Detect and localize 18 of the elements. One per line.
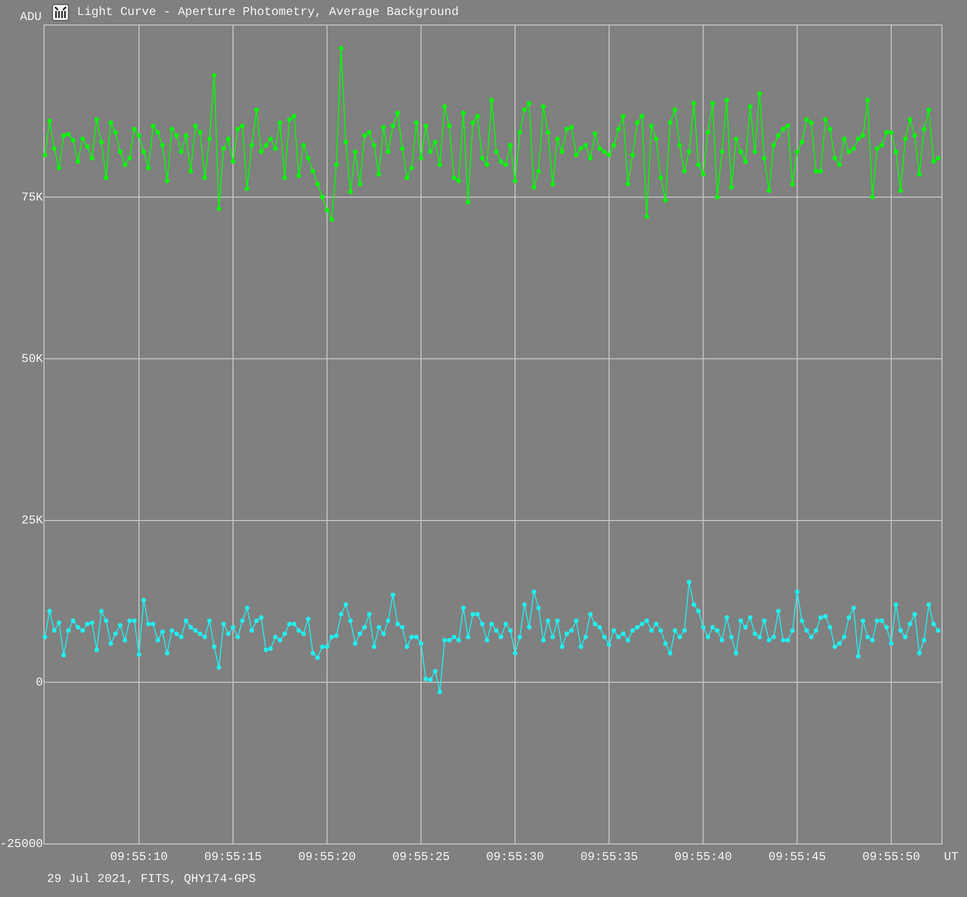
y-axis-label: 25K	[21, 514, 43, 528]
x-axis-label: 09:55:35	[580, 850, 638, 864]
x-axis-label: 09:55:40	[674, 850, 732, 864]
x-axis-label: 09:55:30	[486, 850, 544, 864]
y-axis-label: 50K	[21, 352, 43, 366]
y-axis-label: 0	[36, 675, 43, 690]
window-title: Light Curve - Aperture Photometry, Average Background	[77, 4, 459, 21]
x-axis-label: 09:55:25	[392, 850, 450, 864]
y-axis-label: 75K	[21, 190, 43, 204]
x-axis-label: 09:55:10	[110, 850, 168, 864]
y-axis-label: -25000	[0, 837, 43, 852]
x-axis-label: 09:55:50	[862, 850, 920, 864]
x-axis-title: UT	[944, 850, 958, 864]
footer-text: 29 Jul 2021, FITS, QHY174-GPS	[46, 871, 257, 888]
x-axis-label: 09:55:45	[768, 850, 826, 864]
y-axis-title: ADU	[20, 11, 43, 23]
x-axis-label: 09:55:20	[298, 850, 356, 864]
x-axis-label: 09:55:15	[204, 850, 262, 864]
